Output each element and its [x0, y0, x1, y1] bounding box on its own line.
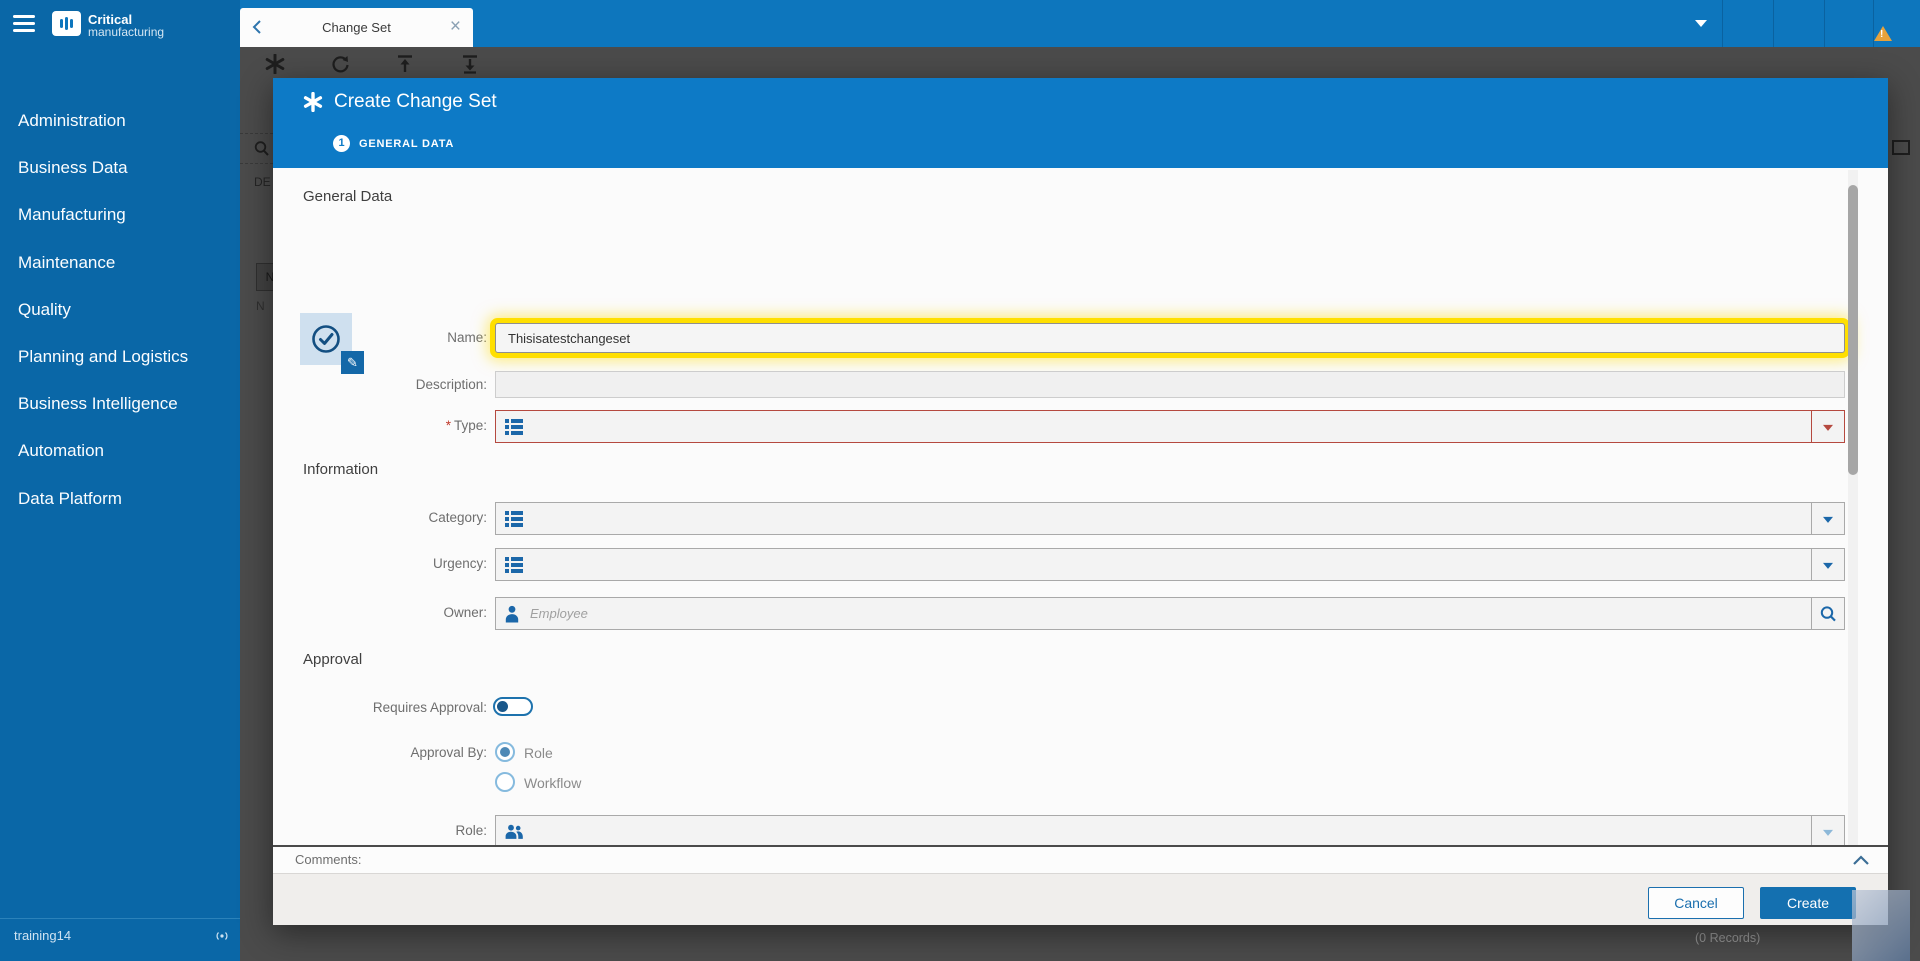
requires-approval-label: Requires Approval: — [372, 700, 487, 715]
name-label: Name: — [447, 330, 487, 345]
tab-change-set[interactable]: Change Set × — [240, 8, 473, 47]
people-icon — [505, 824, 523, 839]
step-label: GENERAL DATA — [359, 137, 455, 150]
requires-approval-toggle[interactable] — [493, 697, 533, 716]
dialog-title: Create Change Set — [334, 91, 497, 112]
sidebar-item-business-data[interactable]: Business Data — [18, 155, 128, 181]
approval-by-label: Approval By: — [410, 745, 487, 760]
required-asterisk: * — [445, 418, 451, 433]
background-record-count: (0 Records) — [1695, 931, 1761, 945]
section-approval: Approval — [303, 651, 363, 668]
top-bar — [240, 0, 1920, 47]
name-value: Thisisatestchangeset — [508, 330, 631, 346]
sidebar-item-quality[interactable]: Quality — [18, 297, 71, 323]
cancel-button[interactable]: Cancel — [1648, 887, 1744, 919]
edit-image-icon[interactable]: ✎ — [341, 351, 364, 374]
upload-icon — [398, 55, 412, 72]
environment-statusbar: training14 — [0, 918, 240, 961]
download-icon — [463, 55, 477, 74]
role-label: Role: — [455, 823, 487, 838]
refresh-icon — [332, 56, 349, 73]
category-label: Category: — [428, 510, 487, 525]
environment-name: training14 — [14, 928, 72, 943]
new-asterisk-icon — [265, 54, 285, 74]
change-set-asterisk-icon — [303, 92, 323, 112]
comments-section: Comments: — [273, 845, 1888, 873]
warning-badge-icon: ! — [1874, 26, 1892, 41]
brand-name-bottom: manufacturing — [88, 25, 165, 39]
brand-header: Critical manufacturing — [0, 0, 240, 47]
critical-manufacturing-logo-icon — [52, 11, 81, 36]
list-icon — [505, 418, 523, 435]
search-icon — [1820, 606, 1836, 622]
sidebar-item-maintenance[interactable]: Maintenance — [18, 250, 115, 276]
sidebar-item-automation[interactable]: Automation — [18, 438, 104, 464]
drag-ghost-artifact — [1852, 890, 1910, 961]
chevron-up-icon[interactable] — [1851, 853, 1871, 867]
type-label: * Type: — [445, 418, 487, 433]
urgency-dropdown-button[interactable] — [1811, 549, 1844, 580]
comments-label: Comments: — [295, 852, 362, 867]
sidebar-item-administration[interactable]: Administration — [18, 108, 126, 134]
approval-by-workflow-option[interactable]: Workflow — [524, 775, 581, 791]
dialog-header: Create Change Set 1 GENERAL DATA — [273, 78, 1888, 168]
approval-by-role-option[interactable]: Role — [524, 745, 553, 761]
approval-by-role-radio[interactable] — [495, 742, 515, 762]
application-window: Administration Business Data Manufacturi… — [0, 0, 1920, 961]
list-icon — [505, 510, 523, 527]
tab-close-icon[interactable]: × — [450, 16, 461, 38]
category-combobox[interactable] — [495, 502, 1845, 535]
category-dropdown-button[interactable] — [1811, 503, 1844, 534]
description-input[interactable] — [495, 371, 1845, 398]
chevron-down-icon[interactable] — [1695, 20, 1707, 27]
type-combobox[interactable] — [495, 410, 1845, 443]
role-dropdown-button[interactable] — [1811, 816, 1844, 847]
modal-scrollbar-thumb[interactable] — [1848, 185, 1858, 475]
person-icon — [505, 605, 519, 622]
owner-search-button[interactable] — [1811, 598, 1844, 629]
create-button[interactable]: Create — [1760, 887, 1856, 919]
filter-search-icon — [254, 141, 269, 156]
urgency-combobox[interactable] — [495, 548, 1845, 581]
dialog-body: General Data ✎ Name: Thisisatestchangese… — [273, 168, 1888, 900]
sidebar-item-planning-logistics[interactable]: Planning and Logistics — [18, 344, 188, 370]
step-number: 1 — [333, 135, 350, 152]
owner-placeholder: Employee — [530, 606, 588, 621]
wizard-step-general-data[interactable]: 1 GENERAL DATA — [333, 135, 454, 152]
section-information: Information — [303, 461, 379, 478]
urgency-label: Urgency: — [432, 556, 487, 571]
background-text-fragment: DE — [254, 175, 271, 189]
section-general-data: General Data — [303, 188, 393, 205]
dialog-footer: Cancel Create — [273, 873, 1888, 925]
background-column-fragment: N — [256, 299, 265, 313]
tab-title: Change Set — [322, 20, 391, 35]
connection-icon — [216, 932, 228, 940]
name-input[interactable]: Thisisatestchangeset — [495, 323, 1845, 353]
create-change-set-dialog: Create Change Set 1 GENERAL DATA General… — [273, 78, 1888, 925]
approval-by-workflow-radio[interactable] — [495, 772, 515, 792]
sidebar-item-business-intelligence[interactable]: Business Intelligence — [18, 391, 178, 417]
list-icon — [505, 556, 523, 573]
sidebar: Administration Business Data Manufacturi… — [0, 47, 240, 961]
hamburger-menu-icon[interactable] — [13, 15, 35, 32]
owner-picker-input[interactable]: Employee — [495, 597, 1845, 630]
type-dropdown-button[interactable] — [1811, 411, 1844, 442]
background-panel-icon — [1892, 140, 1910, 155]
description-label: Description: — [415, 377, 487, 392]
owner-label: Owner: — [443, 605, 487, 620]
sidebar-item-manufacturing[interactable]: Manufacturing — [18, 202, 126, 228]
role-combobox[interactable] — [495, 815, 1845, 848]
sidebar-item-data-platform[interactable]: Data Platform — [18, 486, 122, 512]
